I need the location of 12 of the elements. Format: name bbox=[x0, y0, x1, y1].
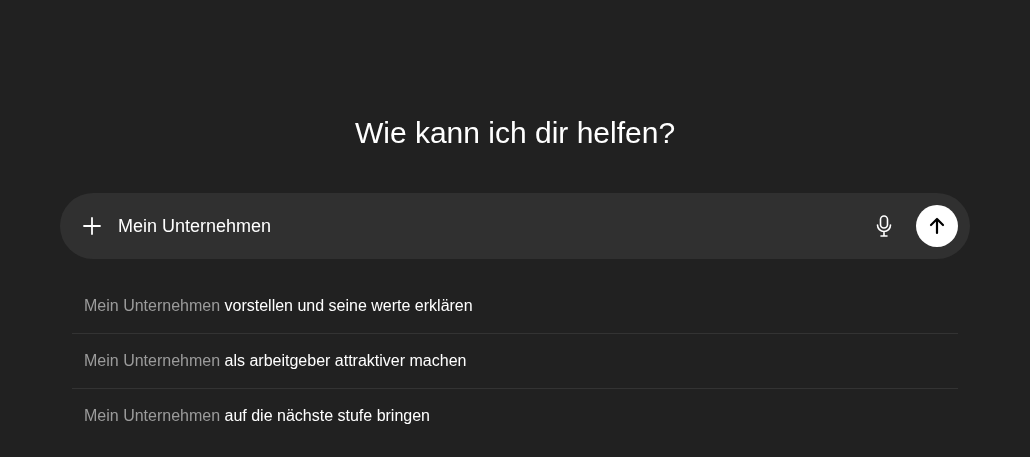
send-button[interactable] bbox=[916, 205, 958, 247]
suggestion-item[interactable]: Mein Unternehmen als arbeitgeber attraktiver machen bbox=[72, 334, 958, 389]
add-button[interactable] bbox=[82, 216, 102, 236]
microphone-icon bbox=[876, 215, 892, 237]
heading: Wie kann ich dir helfen? bbox=[353, 115, 677, 151]
microphone-button[interactable] bbox=[876, 215, 892, 237]
message-input[interactable]: Mein Unternehmen bbox=[60, 193, 970, 259]
plus-icon bbox=[82, 216, 102, 236]
suggestion-item[interactable]: Mein Unternehmen auf die nächste stufe bringen bbox=[72, 389, 958, 443]
arrow-up-icon bbox=[928, 217, 946, 235]
suggestion-item[interactable]: Mein Unternehmen vorstellen und seine werte erklären bbox=[72, 279, 958, 334]
message-field[interactable]: Mein Unternehmen bbox=[118, 212, 860, 240]
